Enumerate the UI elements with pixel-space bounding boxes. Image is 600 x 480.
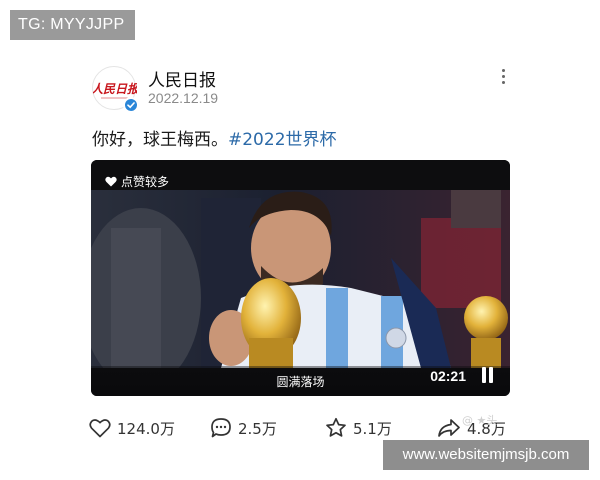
faint-watermark: @ ★头 — [462, 414, 498, 427]
svg-text:人民日报: 人民日报 — [93, 82, 137, 96]
popular-badge: 点赞较多 — [105, 173, 169, 190]
watermark-top-left: TG: MYYJJPP — [10, 10, 135, 40]
popular-badge-label: 点赞较多 — [121, 175, 170, 189]
video-player[interactable]: 点赞较多 圆满落场 02:21 — [91, 160, 510, 396]
verified-badge-icon — [123, 97, 139, 113]
author-name[interactable]: 人民日报 — [148, 66, 216, 91]
heart-outline-icon — [89, 419, 111, 438]
like-button[interactable]: 124.0万 — [89, 414, 175, 442]
post-text: 你好，球王梅西。#2022世界杯 — [92, 125, 337, 150]
weibo-post-card: 人民日报 人民日报 2022.12.19 你好，球王梅西。#2022世界杯 点赞… — [0, 0, 600, 480]
comment-button[interactable]: 2.5万 — [210, 414, 277, 442]
pause-icon[interactable] — [480, 367, 494, 383]
more-options-icon[interactable] — [496, 66, 510, 88]
share-icon — [438, 419, 460, 437]
post-body: 你好，球王梅西。 — [92, 130, 228, 150]
video-time: 02:21 — [430, 368, 466, 384]
heart-icon — [105, 176, 117, 187]
hashtag-link[interactable]: #2022世界杯 — [228, 130, 337, 150]
like-count: 124.0万 — [117, 419, 175, 438]
watermark-bottom-right: www.websitemjmsjb.com — [383, 440, 589, 470]
comment-icon — [211, 418, 231, 438]
favorite-count: 5.1万 — [353, 419, 392, 438]
video-frame — [91, 188, 510, 368]
action-bar: 124.0万 2.5万 5.1万 4.8万 — [0, 414, 600, 442]
post-date: 2022.12.19 — [148, 90, 219, 106]
star-icon — [326, 417, 346, 437]
avatar[interactable]: 人民日报 — [92, 66, 139, 113]
comment-count: 2.5万 — [238, 419, 277, 438]
favorite-button[interactable]: 5.1万 — [325, 414, 392, 442]
